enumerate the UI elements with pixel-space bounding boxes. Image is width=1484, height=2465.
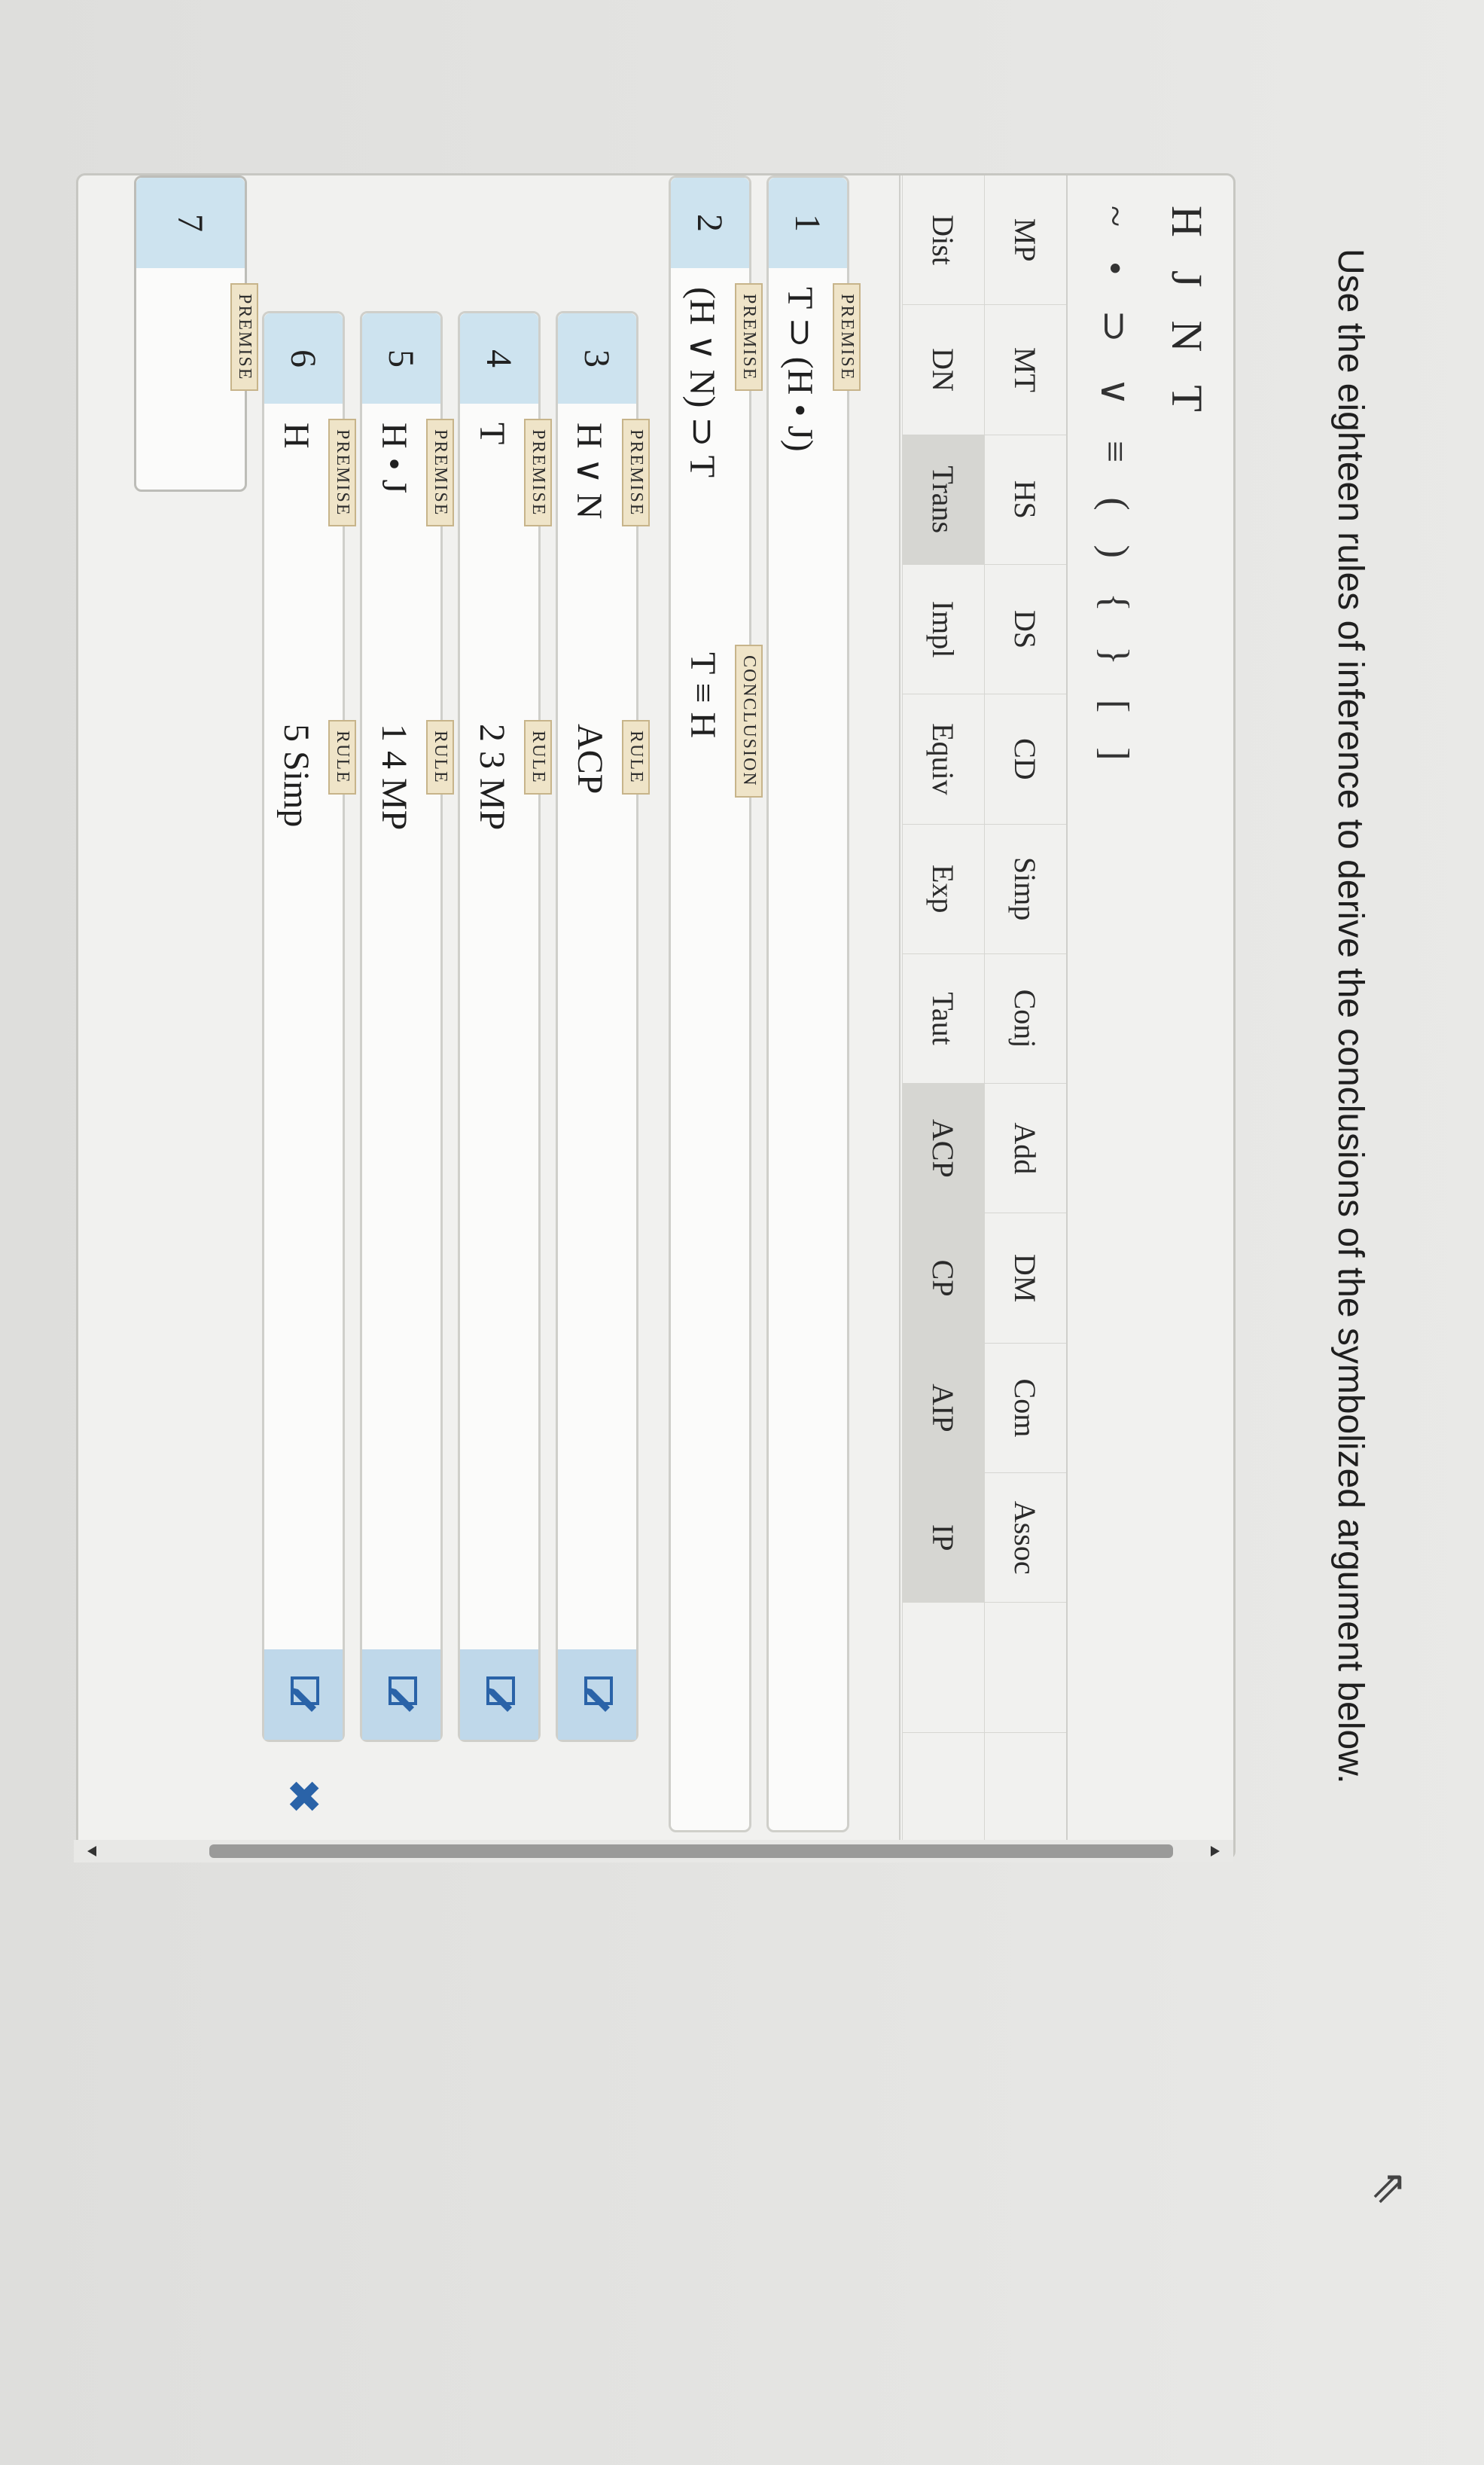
scroll-up-icon[interactable]	[1211, 1846, 1220, 1856]
instruction-text: Use the eighteen rules of inference to d…	[1330, 249, 1370, 1784]
rule-dm-button[interactable]: DM	[985, 1213, 1066, 1344]
rule-add-button[interactable]: Add	[985, 1084, 1066, 1214]
scroll-down-icon[interactable]	[87, 1846, 96, 1856]
variable-h[interactable]: H	[1162, 206, 1212, 237]
conclusion-tag: CONCLUSION	[735, 645, 763, 798]
proof-line-2: 2 PREMISE (H ∨ N) ⊃ T CONCLUSION T ≡ H	[669, 175, 763, 1832]
rule-tag-5: RULE	[426, 720, 454, 795]
line-number-1: 1	[769, 178, 847, 268]
rotated-screen: Use the eighteen rules of inference to d…	[0, 0, 1484, 2465]
line-number-3: 3	[558, 313, 636, 404]
rules-spacer-1	[985, 1603, 1066, 1733]
pencil-edit-icon	[389, 1676, 417, 1712]
rule-ip-button[interactable]: IP	[903, 1473, 984, 1603]
rule-tag-4: RULE	[524, 720, 552, 795]
symbol-tilde[interactable]: ~	[1092, 206, 1137, 227]
rule-cp-button[interactable]: CP	[903, 1213, 984, 1344]
premise-tag-6: PREMISE	[328, 419, 356, 527]
rule-mp-button[interactable]: MP	[985, 175, 1066, 306]
premise-tag-3: PREMISE	[622, 419, 650, 527]
conclusion-formula: T ≡ H	[683, 652, 723, 739]
symbol-horseshoe[interactable]: ⊃	[1092, 310, 1137, 343]
symbol-wedge[interactable]: ∨	[1092, 377, 1137, 406]
line-5-rule[interactable]: 1 4 MP	[373, 724, 415, 830]
line-6-formula[interactable]: H	[276, 423, 317, 449]
variable-n[interactable]: N	[1162, 320, 1212, 352]
line-number-2: 2	[671, 178, 749, 268]
rule-conj-button[interactable]: Conj	[985, 953, 1066, 1085]
pencil-edit-icon	[291, 1676, 319, 1712]
premise-tag-5: PREMISE	[426, 419, 454, 527]
line-3-rule[interactable]: ACP	[569, 724, 611, 794]
line-2-formula[interactable]: (H ∨ N) ⊃ T	[681, 287, 724, 477]
rule-exp-button[interactable]: Exp	[903, 824, 984, 954]
symbol-left-brace[interactable]: {	[1092, 593, 1137, 612]
line-number-5: 5	[362, 313, 440, 404]
edit-line-6-button[interactable]	[264, 1649, 343, 1740]
pencil-edit-icon	[486, 1676, 515, 1712]
x-close-icon[interactable]: ✖	[264, 1762, 343, 1830]
premise-tag-1: PREMISE	[833, 283, 861, 392]
premise-tag-4: PREMISE	[524, 419, 552, 527]
rule-aip-button[interactable]: AIP	[903, 1343, 984, 1474]
symbol-dot[interactable]: •	[1092, 261, 1137, 275]
line-4-formula[interactable]: T	[471, 423, 513, 444]
rule-tag-3: RULE	[622, 720, 650, 795]
symbol-triplebar[interactable]: ≡	[1092, 441, 1137, 462]
line-number-6: 6	[264, 313, 343, 404]
edit-line-4-button[interactable]	[460, 1649, 538, 1740]
rules-spacer-3	[903, 1603, 984, 1733]
proof-line-5: 5 PREMISE H • J RULE 1 4 MP	[360, 311, 454, 1742]
pencil-edit-icon	[584, 1676, 613, 1712]
rule-impl-button[interactable]: Impl	[903, 564, 984, 695]
rule-dist-button[interactable]: Dist	[903, 175, 984, 306]
line-7-input[interactable]	[174, 287, 219, 423]
symbol-left-bracket[interactable]: [	[1092, 700, 1137, 712]
symbol-row: ~ • ⊃ ∨ ≡ ( ) { } [ ]	[1092, 206, 1137, 761]
rule-dn-button[interactable]: DN	[903, 305, 984, 435]
mouse-pointer-icon: ⇖	[1365, 2169, 1415, 2207]
line-6-rule[interactable]: 5 Simp	[276, 724, 317, 827]
rule-mt-button[interactable]: MT	[985, 305, 1066, 435]
vertical-scrollbar[interactable]	[74, 1840, 1233, 1862]
premise-tag-7: PREMISE	[230, 283, 258, 392]
symbol-left-paren[interactable]: (	[1092, 497, 1137, 510]
rule-trans-button[interactable]: Trans	[903, 435, 984, 565]
premise-tag-2: PREMISE	[735, 283, 763, 392]
scrollbar-thumb[interactable]	[209, 1844, 1173, 1858]
rule-assoc-button[interactable]: Assoc	[985, 1473, 1066, 1603]
proof-line-1: 1 PREMISE T ⊃ (H • J)	[766, 175, 861, 1832]
rule-tag-6: RULE	[328, 720, 356, 795]
line-number-7: 7	[136, 178, 245, 268]
symbol-right-bracket[interactable]: ]	[1092, 747, 1137, 760]
rules-row-1: MP MT HS DS CD Simp Conj Add DM Com Asso…	[984, 175, 1066, 1862]
edit-line-5-button[interactable]	[362, 1649, 440, 1740]
line-5-formula[interactable]: H • J	[373, 423, 415, 493]
line-3-formula[interactable]: H ∨ N	[568, 423, 611, 519]
rule-cd-button[interactable]: CD	[985, 694, 1066, 825]
rule-com-button[interactable]: Com	[985, 1343, 1066, 1474]
symbol-right-brace[interactable]: }	[1092, 646, 1137, 665]
rules-table: MP MT HS DS CD Simp Conj Add DM Com Asso…	[899, 175, 1068, 1862]
edit-line-3-button[interactable]	[558, 1649, 636, 1740]
rule-simp-button[interactable]: Simp	[985, 824, 1066, 954]
proof-line-3: 3 PREMISE H ∨ N RULE ACP	[556, 311, 650, 1742]
variable-row: H J N T	[1162, 206, 1212, 412]
rule-taut-button[interactable]: Taut	[903, 953, 984, 1085]
rules-row-2: Dist DN Trans Impl Equiv Exp Taut ACP CP…	[902, 175, 984, 1862]
rule-acp-button[interactable]: ACP	[903, 1084, 984, 1214]
line-number-4: 4	[460, 313, 538, 404]
proof-line-4: 4 PREMISE T RULE 2 3 MP	[458, 311, 552, 1742]
rule-equiv-button[interactable]: Equiv	[903, 694, 984, 825]
symbol-right-paren[interactable]: )	[1092, 545, 1137, 558]
proof-panel: H J N T ~ • ⊃ ∨ ≡ ( ) { } [ ] MP MT HS D…	[74, 173, 1236, 1862]
rule-ds-button[interactable]: DS	[985, 564, 1066, 695]
line-4-rule[interactable]: 2 3 MP	[471, 724, 513, 830]
variable-t[interactable]: T	[1162, 385, 1212, 411]
proof-line-7: 7 PREMISE	[134, 175, 258, 492]
rule-hs-button[interactable]: HS	[985, 435, 1066, 565]
line-1-formula[interactable]: T ⊃ (H • J)	[779, 287, 821, 452]
proof-line-6: 6 PREMISE H RULE 5 Simp ✖	[262, 311, 356, 1814]
variable-j[interactable]: J	[1162, 270, 1212, 288]
